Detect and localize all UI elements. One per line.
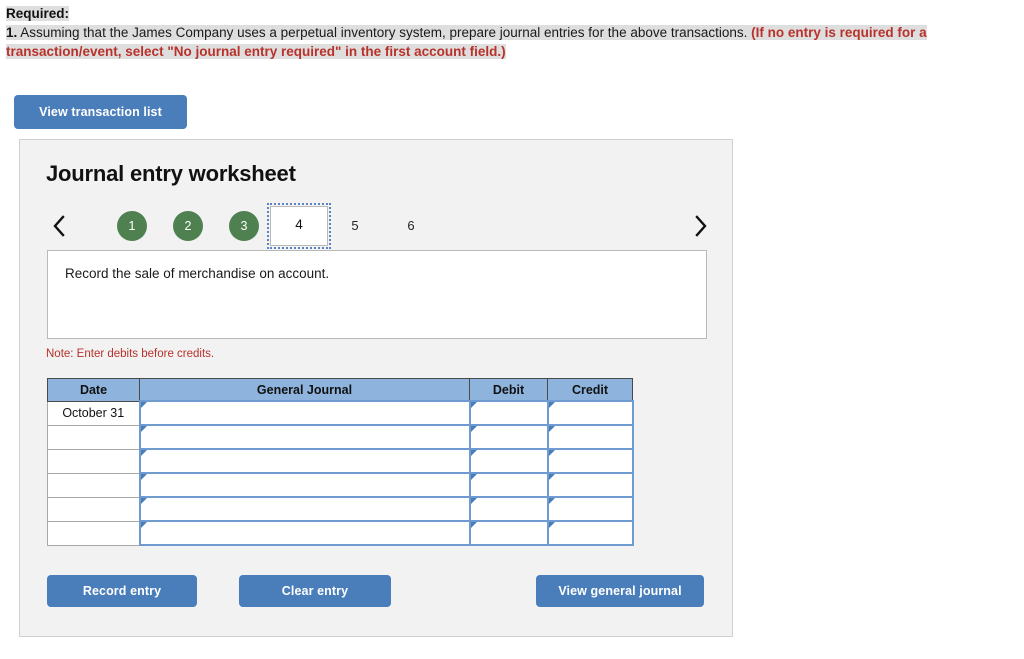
debit-cell[interactable] [468,472,549,498]
required-body-text: Assuming that the James Company uses a p… [17,25,752,40]
required-prompt: Required: 1. Assuming that the James Com… [0,0,1024,61]
journal-entry-worksheet-panel: Journal entry worksheet 1 2 3 4 5 6 Reco… [19,139,733,637]
step-navigation: 1 2 3 4 5 6 [20,202,734,250]
general-journal-cell[interactable] [138,400,471,426]
debits-before-credits-note: Note: Enter debits before credits. [46,348,215,360]
step-1[interactable]: 1 [117,211,147,241]
general-journal-cell[interactable] [138,496,471,522]
general-journal-cell[interactable] [138,424,471,450]
debit-cell[interactable] [468,424,549,450]
debit-cell[interactable] [468,448,549,474]
required-item-number: 1. [6,25,18,40]
dropdown-triangle-icon [140,498,147,504]
dropdown-triangle-icon [470,450,477,456]
credit-cell[interactable] [546,424,634,450]
required-label-line: Required: [6,4,1018,23]
required-body-line: 1. Assuming that the James Company uses … [6,23,1018,61]
dropdown-triangle-icon [548,426,555,432]
date-cell[interactable] [47,497,140,522]
date-cell[interactable] [47,473,140,498]
date-cell[interactable] [47,425,140,450]
page-title: Journal entry worksheet [46,161,296,186]
column-header-general-journal: General Journal [139,378,470,402]
dropdown-triangle-icon [470,522,477,528]
dropdown-triangle-icon [548,474,555,480]
credit-cell[interactable] [546,520,634,546]
credit-cell[interactable] [546,496,634,522]
dropdown-triangle-icon [548,498,555,504]
debit-cell[interactable] [468,400,549,426]
general-journal-cell[interactable] [138,472,471,498]
dropdown-triangle-icon [470,426,477,432]
table-row [47,472,634,498]
dropdown-triangle-icon [140,426,147,432]
journal-entry-table: Date General Journal Debit Credit Octobe… [47,378,634,546]
step-6[interactable]: 6 [396,211,426,241]
step-4[interactable]: 4 [267,203,331,249]
step-3[interactable]: 3 [229,211,259,241]
dropdown-triangle-icon [140,474,147,480]
table-row: October 31 [47,400,634,426]
debit-cell[interactable] [468,496,549,522]
dropdown-triangle-icon [470,474,477,480]
dropdown-triangle-icon [548,450,555,456]
required-label: Required: [6,6,70,21]
table-row [47,496,634,522]
transaction-description-box: Record the sale of merchandise on accoun… [47,250,707,339]
dropdown-triangle-icon [548,522,555,528]
date-cell[interactable] [47,521,140,546]
view-transaction-list-button[interactable]: View transaction list [14,95,187,129]
dropdown-triangle-icon [140,450,147,456]
table-row [47,520,634,546]
credit-cell[interactable] [546,400,634,426]
step-2[interactable]: 2 [173,211,203,241]
table-row [47,448,634,474]
general-journal-cell[interactable] [138,448,471,474]
view-general-journal-button[interactable]: View general journal [536,575,704,607]
debit-cell[interactable] [468,520,549,546]
dropdown-triangle-icon [470,498,477,504]
dropdown-triangle-icon [140,402,147,408]
credit-cell[interactable] [546,472,634,498]
clear-entry-button[interactable]: Clear entry [239,575,391,607]
column-header-debit: Debit [469,378,548,402]
step-5[interactable]: 5 [340,211,370,241]
chevron-right-icon[interactable] [690,213,712,239]
column-header-credit: Credit [547,378,633,402]
record-entry-button[interactable]: Record entry [47,575,197,607]
dropdown-triangle-icon [470,402,477,408]
dropdown-triangle-icon [548,402,555,408]
column-header-date: Date [47,378,140,402]
credit-cell[interactable] [546,448,634,474]
table-header-row: Date General Journal Debit Credit [47,378,633,402]
general-journal-cell[interactable] [138,520,471,546]
table-row [47,424,634,450]
dropdown-triangle-icon [140,522,147,528]
date-cell[interactable]: October 31 [47,401,140,426]
chevron-left-icon[interactable] [48,213,70,239]
date-cell[interactable] [47,449,140,474]
